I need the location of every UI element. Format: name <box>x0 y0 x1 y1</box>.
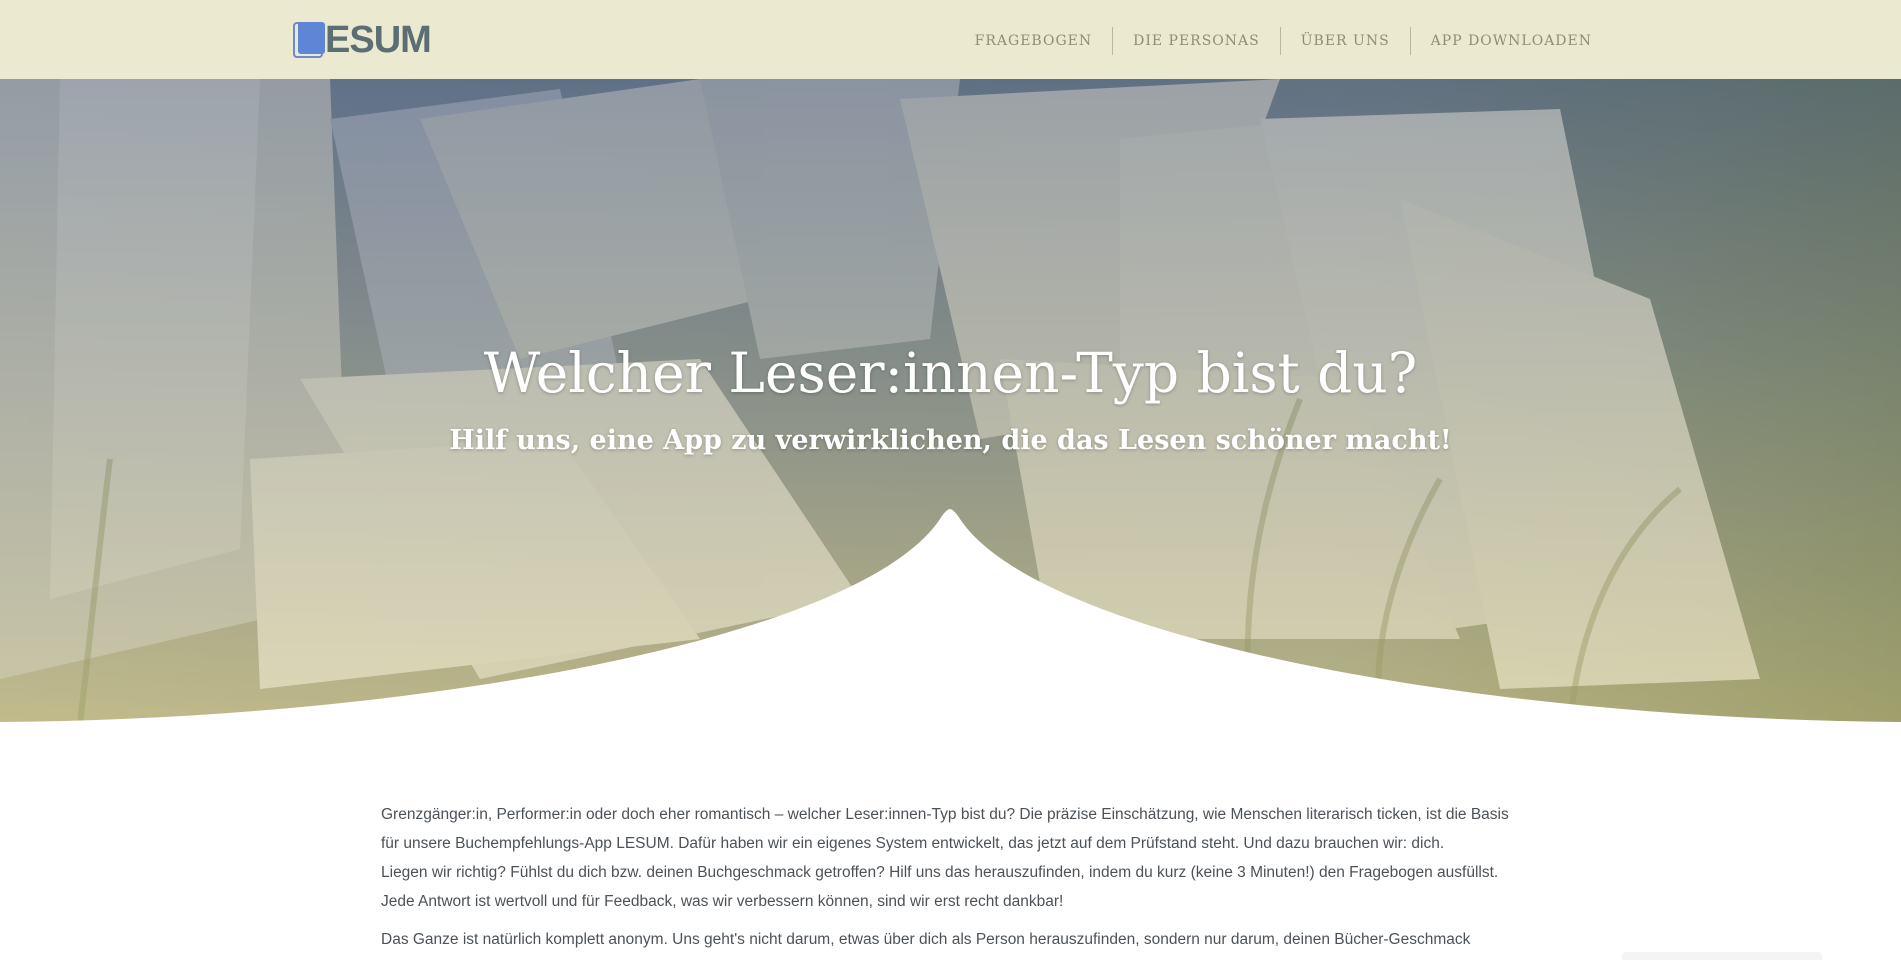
intro-paragraph: Grenzgänger:in, Performer:in oder doch e… <box>381 800 1531 916</box>
logo-book-icon <box>293 22 325 58</box>
main-nav: FRAGEBOGEN DIE PERSONAS ÜBER UNS APP DOW… <box>955 27 1592 55</box>
intro-paragraph-text-2: Liegen wir richtig? Fühlst du dich bzw. … <box>381 864 1499 910</box>
nav-item-ueber-uns[interactable]: ÜBER UNS <box>1279 27 1410 55</box>
nav-item-app-download[interactable]: APP DOWNLOADEN <box>1409 27 1592 55</box>
nav-item-personas[interactable]: DIE PERSONAS <box>1112 27 1280 55</box>
hero-title: Welcher Leser:innen-Typ bist du? <box>483 341 1418 405</box>
anonymity-paragraph: Das Ganze ist natürlich komplett anonym.… <box>381 931 1471 948</box>
hero-subtitle: Hilf uns, eine App zu verwirklichen, die… <box>449 425 1452 456</box>
cookie-widget-edge[interactable] <box>1622 952 1822 960</box>
logo[interactable]: ESUM <box>293 19 432 61</box>
intro-paragraph-text: Grenzgänger:in, Performer:in oder doch e… <box>381 806 1509 852</box>
site-header: ESUM FRAGEBOGEN DIE PERSONAS ÜBER UNS AP… <box>0 0 1901 79</box>
logo-text: ESUM <box>325 19 432 61</box>
hero-section: Welcher Leser:innen-Typ bist du? Hilf un… <box>0 79 1901 724</box>
intro-text: Grenzgänger:in, Performer:in oder doch e… <box>381 800 1531 963</box>
nav-item-fragebogen[interactable]: FRAGEBOGEN <box>955 27 1112 55</box>
